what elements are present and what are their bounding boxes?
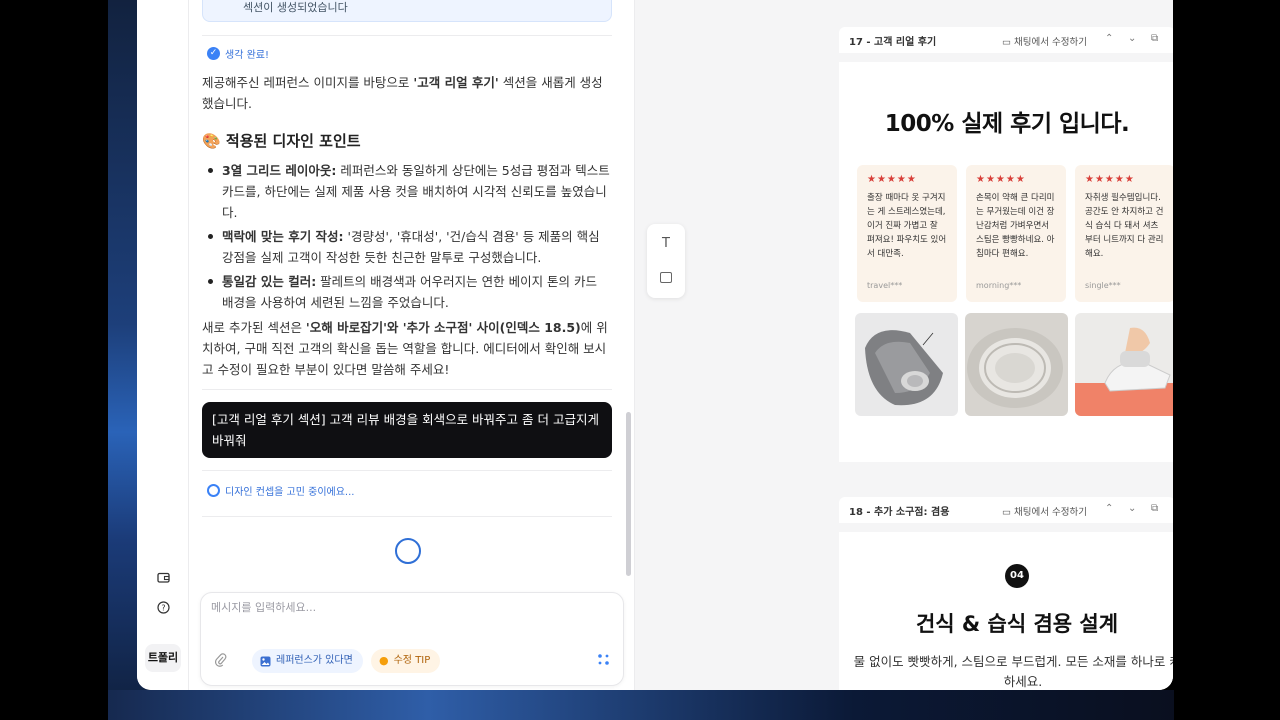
product-photo-steaming (1075, 313, 1173, 416)
edit-label: 채팅에서 수정하기 (1014, 507, 1087, 518)
reference-chip[interactable]: 레퍼런스가 있다면 (252, 649, 363, 673)
thinking-done-badge[interactable]: ✓ 생각 완료! (207, 46, 269, 61)
assistant-outro: 새로 추가된 섹션은 '오해 바로잡기'와 '추가 소구점' 사이(인덱스 18… (202, 317, 612, 380)
editor-canvas: T 17 - 고객 리얼 후기 ▭ 채팅에서 수정하기 ⌃ ⌄ ⧉ 100% 실… (635, 0, 1173, 690)
chevron-up-icon[interactable]: ⌃ (1105, 33, 1113, 44)
section-title: 17 - 고객 리얼 후기 (849, 36, 937, 48)
svg-text:?: ? (161, 604, 165, 613)
app-window: ? 트폴리 섹션이 생성되었습니다 ✓ 생각 완료! 제공해주신 레퍼런스 이미… (137, 0, 1173, 690)
divider (202, 516, 612, 517)
list-item: 맥락에 맞는 후기 작성: '경량성', '휴대성', '건/습식 겸용' 등 … (202, 226, 612, 268)
outro-text: 새로 추가된 섹션은 (202, 320, 306, 335)
lightbulb-icon: ● (379, 654, 389, 667)
review-text: 손목이 약해 큰 다리미는 무거웠는데 이건 장난감처럼 가벼우면서 스팀은 빵… (976, 193, 1055, 259)
review-card: ★★★★★ 손목이 약해 큰 다리미는 무거웠는데 이건 장난감처럼 가벼우면서… (966, 165, 1066, 302)
list-item: 통일감 있는 컬러: 팔레트의 배경색과 어우러지는 연한 베이지 톤의 카드 … (202, 271, 612, 313)
dual-use-title: 건식 & 습식 겸용 설계 (915, 612, 1119, 636)
intro-bold: '고객 리얼 후기' (413, 75, 499, 90)
check-icon: ✓ (207, 47, 220, 60)
desktop-wallpaper-bottom (108, 690, 1174, 720)
thinking-label: 디자인 컨셉을 고민 중이에요... (225, 487, 355, 498)
left-rail: ? 트폴리 (137, 0, 189, 690)
section-header[interactable]: 18 - 추가 소구점: 겸용 ▭ 채팅에서 수정하기 ⌃ ⌄ ⧉ (839, 497, 1173, 523)
product-photo-pouch (855, 313, 958, 416)
review-user: morning*** (976, 281, 1022, 290)
dual-use-description: 물 없이도 빳빳하게, 스팀으로 부드럽게. 모든 소재를 하나로 케어하세요. (853, 654, 1173, 689)
divider (202, 470, 612, 471)
tip-chip[interactable]: ● 수정 TIP (371, 649, 441, 673)
star-rating: ★★★★★ (867, 174, 917, 185)
message-composer: 레퍼런스가 있다면 ● 수정 TIP (200, 592, 624, 686)
edit-in-chat-button[interactable]: ▭ 채팅에서 수정하기 (1002, 34, 1087, 48)
review-text: 출장 때마다 옷 구겨지는 게 스트레스였는데, 이거 진짜 가볍고 잘 펴져요… (867, 193, 947, 259)
review-text: 자취생 필수템입니다. 공간도 안 차지하고 건식 습식 다 돼서 셔츠부터 니… (1085, 193, 1164, 259)
copy-icon[interactable]: ⧉ (1151, 33, 1158, 44)
design-points-heading: 🎨 적용된 디자인 포인트 (202, 130, 361, 151)
notice-text: 섹션이 생성되었습니다 (243, 1, 348, 14)
text-tool-icon[interactable]: T (658, 236, 674, 252)
review-card: ★★★★★ 출장 때마다 옷 구겨지는 게 스트레스였는데, 이거 진짜 가볍고… (857, 165, 957, 302)
user-profile-button[interactable]: 트폴리 (145, 644, 181, 672)
done-label: 생각 완료! (225, 50, 269, 61)
floating-toolbar: T (647, 224, 685, 298)
intro-text: 제공해주신 레퍼런스 이미지를 바탕으로 (202, 75, 414, 90)
chevron-down-icon[interactable]: ⌄ (1128, 33, 1136, 44)
spinner-icon (207, 484, 220, 497)
chevron-up-icon[interactable]: ⌃ (1105, 503, 1113, 514)
image-icon (260, 656, 271, 666)
chat-scrollbar[interactable] (626, 412, 631, 576)
chat-panel: 섹션이 생성되었습니다 ✓ 생각 완료! 제공해주신 레퍼런스 이미지를 바탕으… (189, 0, 635, 690)
star-rating: ★★★★★ (976, 174, 1026, 185)
review-user: single*** (1085, 281, 1121, 290)
chip-label: 수정 TIP (393, 655, 431, 666)
section-header[interactable]: 17 - 고객 리얼 후기 ▭ 채팅에서 수정하기 ⌃ ⌄ ⧉ (839, 27, 1173, 53)
review-user: travel*** (867, 281, 903, 290)
palette-icon: 🎨 (202, 132, 221, 150)
outro-bold: '오해 바로잡기'와 '추가 소구점' 사이(인덱스 18.5) (305, 320, 581, 335)
star-rating: ★★★★★ (1085, 174, 1135, 185)
image-tool-icon[interactable] (660, 272, 672, 283)
product-photo-soleplate (965, 313, 1068, 416)
thinking-indicator[interactable]: 디자인 컨셉을 고민 중이에요... (207, 483, 354, 498)
review-card: ★★★★★ 자취생 필수템입니다. 공간도 안 차지하고 건식 습식 다 돼서 … (1075, 165, 1173, 302)
help-icon[interactable]: ? (154, 601, 172, 619)
paperclip-icon[interactable] (214, 653, 227, 671)
edit-label: 채팅에서 수정하기 (1014, 37, 1087, 48)
section-customer-reviews[interactable]: 100% 실제 후기 입니다. ★★★★★ 출장 때마다 옷 구겨지는 게 스트… (839, 62, 1173, 462)
bullet-bold: 3열 그리드 레이아웃: (222, 163, 337, 178)
heading-text: 적용된 디자인 포인트 (225, 132, 361, 150)
bullet-bold: 맥락에 맞는 후기 작성: (222, 229, 344, 244)
copy-icon[interactable]: ⧉ (1151, 503, 1158, 514)
user-message-bubble: [고객 리얼 후기 섹션] 고객 리뷰 배경을 회색으로 바꿔주고 좀 더 고급… (202, 402, 612, 458)
message-input[interactable] (211, 601, 611, 614)
wallet-icon[interactable] (154, 571, 172, 589)
section-title: 18 - 추가 소구점: 겸용 (849, 506, 950, 518)
reviews-title: 100% 실제 후기 입니다. (884, 111, 1130, 137)
section-dual-use[interactable]: 04 건식 & 습식 겸용 설계 물 없이도 빳빳하게, 스팀으로 부드럽게. … (839, 532, 1173, 690)
number-badge: 04 (1005, 564, 1029, 588)
chip-label: 레퍼런스가 있다면 (276, 655, 353, 666)
bullet-bold: 통일감 있는 컬러: (222, 274, 317, 289)
assistant-intro: 제공해주신 레퍼런스 이미지를 바탕으로 '고객 리얼 후기' 섹션을 새롭게 … (202, 72, 612, 114)
edit-in-chat-button[interactable]: ▭ 채팅에서 수정하기 (1002, 504, 1087, 518)
chevron-down-icon[interactable]: ⌄ (1128, 503, 1136, 514)
list-item: 3열 그리드 레이아웃: 레퍼런스와 동일하게 상단에는 5성급 평점과 텍스트… (202, 160, 612, 223)
sparkle-icon[interactable] (597, 653, 610, 670)
divider (202, 35, 612, 36)
divider (202, 389, 612, 390)
design-points-list: 3열 그리드 레이아웃: 레퍼런스와 동일하게 상단에는 5성급 평점과 텍스트… (202, 160, 612, 316)
section-created-notice: 섹션이 생성되었습니다 (202, 0, 612, 22)
loading-spinner-icon (395, 538, 421, 564)
